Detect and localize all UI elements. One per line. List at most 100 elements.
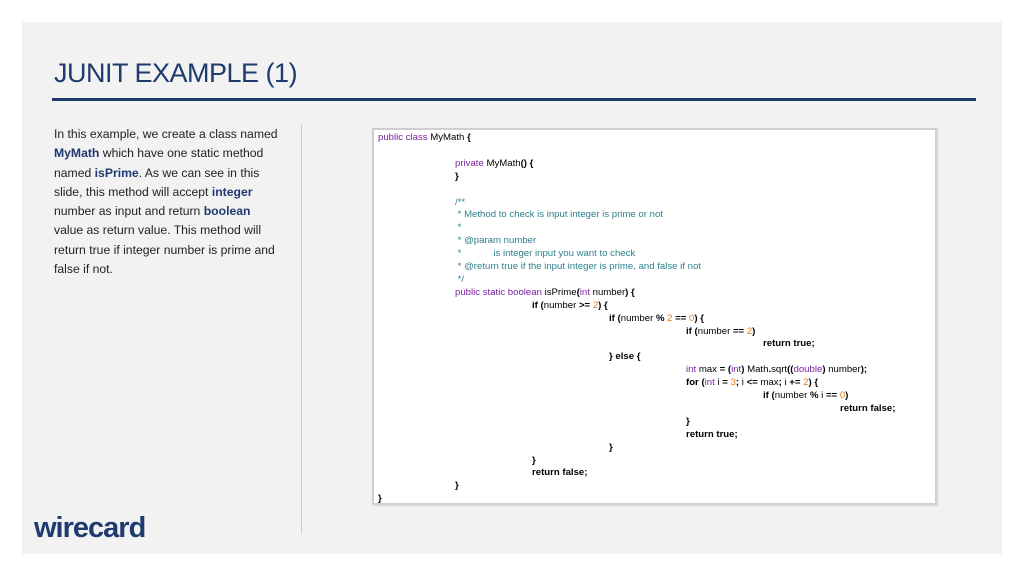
code-line: private MyMath() { — [455, 158, 533, 170]
code-line: return true; — [763, 338, 815, 350]
code-line: } else { — [609, 351, 640, 363]
code-line: } — [532, 455, 536, 467]
code-line: } — [455, 171, 459, 183]
title-underline — [52, 98, 976, 101]
code-line: * is integer input you want to check — [455, 248, 636, 260]
slide-description: In this example, we create a class named… — [54, 125, 279, 279]
code-token: max — [760, 377, 779, 389]
code-token: number — [592, 286, 626, 298]
code-token: ) { — [808, 377, 819, 389]
code-line: } — [609, 442, 613, 454]
code-token: <= — [746, 377, 761, 389]
code-token: } — [455, 480, 459, 492]
code-token: } — [686, 415, 690, 427]
code-token: * Method to check is input integer is pr… — [455, 209, 663, 221]
column-divider — [301, 124, 302, 534]
code-token: % — [809, 390, 822, 401]
code-line: * @param number — [455, 235, 537, 247]
code-line: return false; — [840, 403, 895, 415]
code-token: >= — [578, 299, 593, 311]
code-token: number — [774, 390, 810, 401]
code-token: MyMath — [486, 157, 521, 169]
code-line: if (number % 2 == 0) { — [609, 313, 704, 325]
code-line: * Method to check is input integer is pr… — [455, 209, 663, 221]
code-token: ) — [845, 390, 849, 401]
code-line: */ — [455, 274, 464, 286]
code-line: } — [686, 416, 690, 428]
code-token: return true; — [686, 428, 738, 440]
code-line: if (number >= 2) { — [532, 300, 608, 312]
code-line: /** — [455, 197, 465, 209]
code-line: * — [455, 222, 462, 234]
code-token: = — [722, 377, 731, 389]
code-line: } — [378, 493, 382, 505]
code-token: ); — [860, 364, 868, 376]
code-token: ) { — [598, 299, 608, 311]
code-token: 2 — [667, 312, 676, 324]
code-token: ) — [752, 325, 756, 337]
code-token: return true; — [763, 338, 815, 350]
code-token: if — [532, 299, 541, 311]
code-token: sqrt — [771, 364, 788, 376]
code-token: += — [789, 377, 804, 389]
code-token: */ — [455, 273, 465, 285]
code-token: double — [793, 364, 823, 376]
code-token: isPrime — [544, 286, 577, 298]
code-token: = ( — [719, 364, 732, 376]
code-token: int — [731, 364, 742, 376]
code-token: if — [609, 312, 618, 324]
description-keyword: MyMath — [54, 146, 100, 161]
code-token: } — [378, 493, 382, 505]
code-token: number — [697, 325, 733, 337]
code-line: public static boolean isPrime(int number… — [455, 287, 635, 299]
code-token: { — [467, 132, 471, 143]
code-line: for (int i = 3; i <= max; i += 2) { — [686, 377, 818, 389]
code-token: == — [732, 325, 747, 337]
code-token: } — [609, 441, 613, 453]
code-token: max — [698, 364, 720, 376]
code-line: return false; — [532, 467, 587, 479]
code-token: number — [620, 312, 656, 324]
code-line: int max = (int) Math.sqrt((double) numbe… — [686, 364, 867, 376]
description-text: In this example, we create a class named — [54, 127, 278, 141]
code-token: } — [532, 454, 536, 466]
description-keyword: integer — [211, 184, 253, 199]
slide: JUNIT EXAMPLE (1) In this example, we cr… — [22, 22, 1002, 554]
code-line: if (number % i == 0) — [763, 390, 848, 402]
code-token: } else { — [609, 351, 641, 363]
code-token: number — [828, 364, 861, 376]
code-token: int — [686, 364, 699, 376]
description-keyword: isPrime — [94, 165, 139, 180]
code-token: == — [675, 312, 690, 324]
slide-title: JUNIT EXAMPLE (1) — [54, 58, 298, 88]
code-token: * @param number — [455, 235, 537, 247]
code-token: MyMath — [430, 132, 468, 143]
code-line: public class MyMath { — [378, 132, 471, 144]
code-token: int — [704, 377, 718, 389]
code-line: * @return true if the input integer is p… — [455, 261, 701, 273]
code-token: public class — [378, 132, 431, 143]
code-token: for — [686, 377, 702, 389]
code-snippet-box: public class MyMath {private MyMath() {}… — [372, 128, 937, 505]
code-line: if (number == 2) — [686, 326, 755, 338]
code-token: return false; — [840, 402, 896, 414]
code-token: * is integer input you want to check — [455, 248, 636, 260]
code-token: if — [686, 325, 695, 337]
code-token: /** — [455, 196, 466, 208]
description-keyword: boolean — [203, 204, 251, 219]
code-token: if — [763, 390, 772, 401]
code-token: % — [655, 312, 668, 324]
code-token: private — [455, 157, 487, 169]
code-token: * — [455, 222, 462, 234]
code-token: Math — [747, 364, 769, 376]
code-line: } — [455, 480, 459, 492]
code-token: == — [825, 390, 840, 401]
code-token: () { — [520, 157, 534, 169]
code-token: } — [455, 170, 459, 182]
description-text: number as input and return — [54, 204, 204, 219]
code-token: public static boolean — [455, 286, 545, 298]
code-token: number — [543, 299, 579, 311]
code-line: return true; — [686, 429, 738, 441]
code-token: return false; — [532, 467, 588, 479]
code-token: ) { — [694, 312, 704, 324]
